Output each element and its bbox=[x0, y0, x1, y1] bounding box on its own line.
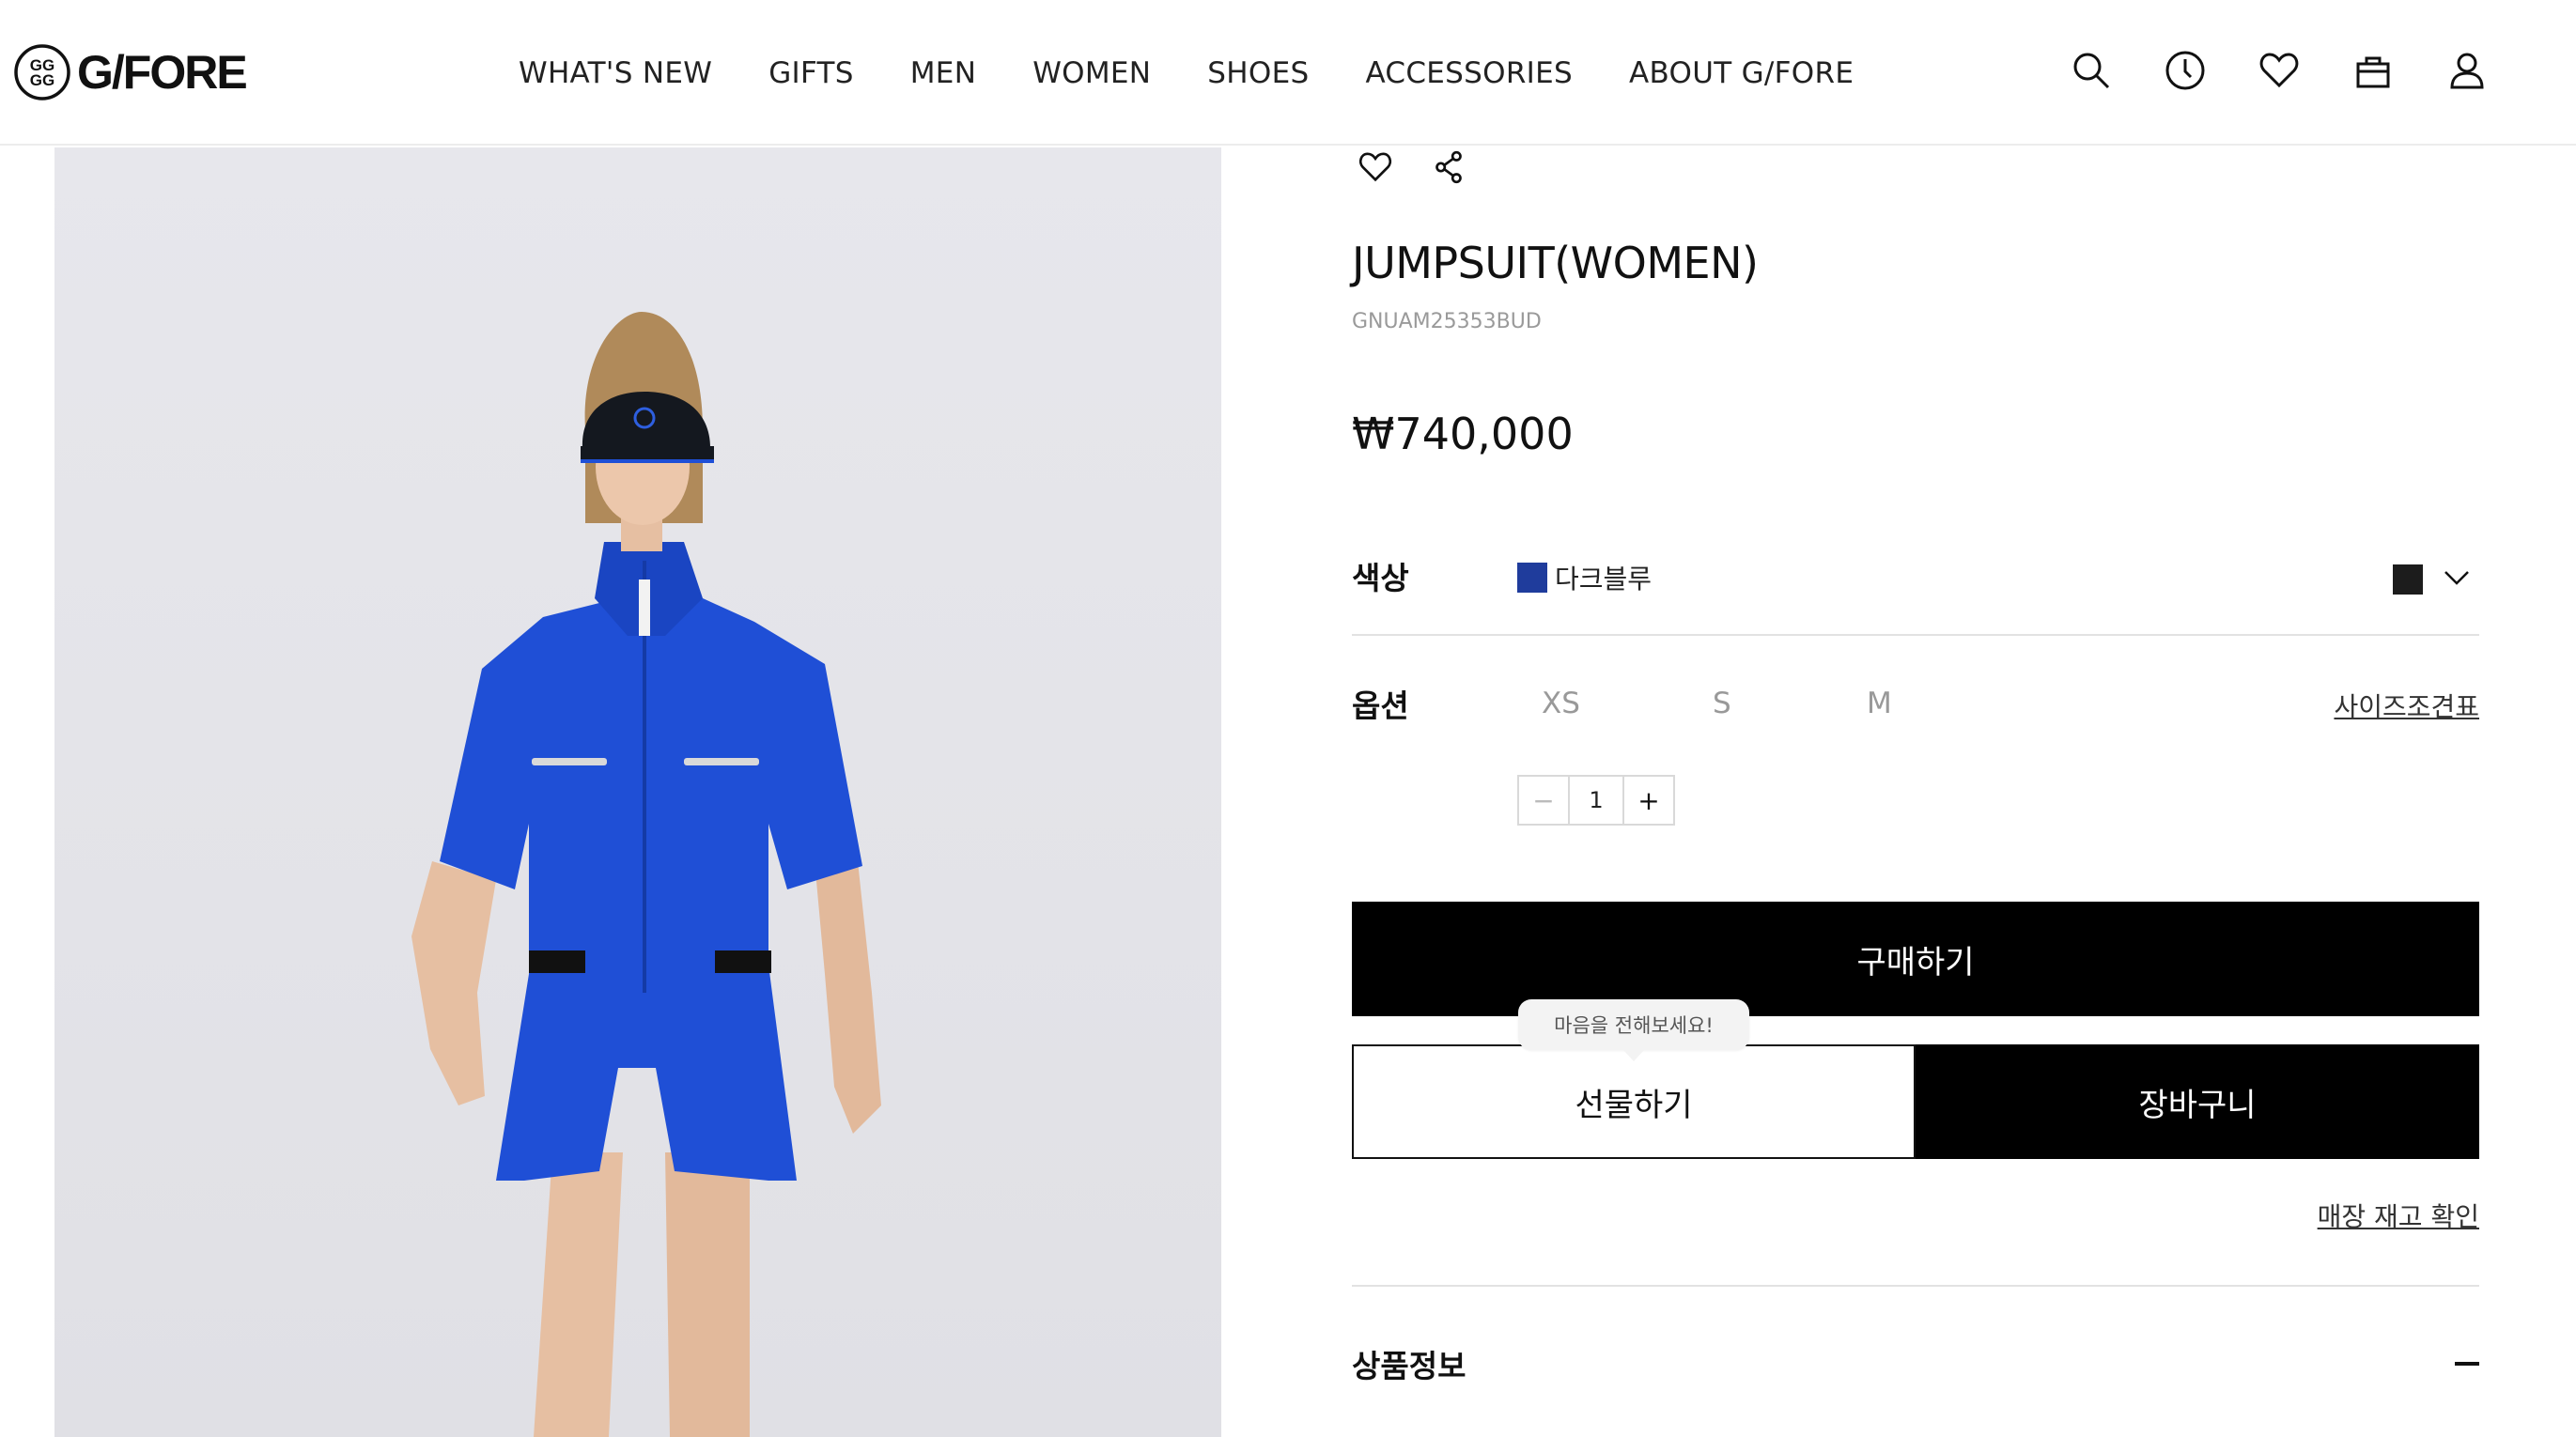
product-info-panel: JUMPSUIT(WOMEN) GNUAM25353BUD ₩740,000 색… bbox=[1352, 147, 2479, 1437]
buy-now-button[interactable]: 구매하기 bbox=[1352, 902, 2479, 1016]
color-label: 색상 bbox=[1352, 560, 1409, 596]
nav-item-shoes[interactable]: SHOES bbox=[1207, 56, 1309, 90]
brand-logo-text: G/FORE bbox=[77, 46, 248, 99]
quantity-stepper: − 1 + bbox=[1517, 775, 1675, 826]
shopping-bag-icon[interactable] bbox=[2347, 42, 2399, 99]
svg-text:GG: GG bbox=[30, 71, 54, 89]
selected-color[interactable]: 다크블루 bbox=[1517, 559, 1652, 596]
wishlist-heart-icon[interactable] bbox=[2253, 42, 2305, 99]
share-icon[interactable] bbox=[1429, 147, 1468, 187]
color-row: 색상 다크블루 bbox=[1352, 551, 2479, 636]
section-divider bbox=[1352, 1285, 2479, 1287]
recent-history-icon[interactable] bbox=[2159, 42, 2211, 99]
option-label: 옵션 bbox=[1352, 688, 1409, 724]
quantity-increase-button[interactable]: + bbox=[1622, 777, 1673, 824]
site-header: GG GG G/FORE WHAT'S NEW GIFTS MEN WOMEN … bbox=[0, 0, 2576, 146]
nav-item-whats-new[interactable]: WHAT'S NEW bbox=[519, 56, 712, 90]
product-price: ₩740,000 bbox=[1352, 409, 1574, 459]
nav-item-men[interactable]: MEN bbox=[910, 56, 976, 90]
color-swatch-darkblue[interactable] bbox=[1517, 563, 1547, 593]
add-to-cart-button[interactable]: 장바구니 bbox=[1916, 1044, 2479, 1159]
product-info-accordion[interactable]: 상품정보 bbox=[1352, 1341, 2479, 1398]
size-m[interactable]: M bbox=[1867, 687, 1892, 720]
quantity-decrease-button[interactable]: − bbox=[1519, 777, 1570, 824]
product-quick-actions bbox=[1356, 147, 1502, 187]
color-name: 다크블루 bbox=[1555, 564, 1653, 595]
main-nav: WHAT'S NEW GIFTS MEN WOMEN SHOES ACCESSO… bbox=[519, 49, 1854, 98]
product-title: JUMPSUIT(WOMEN) bbox=[1352, 238, 1759, 288]
product-info-label: 상품정보 bbox=[1352, 1348, 1466, 1384]
header-icon-group bbox=[2024, 42, 2493, 99]
add-to-wishlist-icon[interactable] bbox=[1356, 147, 1395, 187]
gfore-monogram-icon: GG GG bbox=[14, 44, 70, 100]
size-xs[interactable]: XS bbox=[1542, 687, 1580, 720]
quantity-value[interactable]: 1 bbox=[1570, 777, 1622, 824]
nav-item-women[interactable]: WOMEN bbox=[1032, 56, 1151, 90]
chevron-down-icon[interactable] bbox=[2438, 559, 2475, 596]
option-row: 옵션 XS S M 사이즈조견표 bbox=[1352, 681, 2479, 737]
brand-logo[interactable]: GG GG G/FORE bbox=[13, 39, 248, 105]
gift-button[interactable]: 선물하기 bbox=[1352, 1044, 1916, 1159]
size-s[interactable]: S bbox=[1713, 687, 1731, 720]
account-user-icon[interactable] bbox=[2441, 42, 2493, 99]
nav-item-gifts[interactable]: GIFTS bbox=[768, 56, 854, 90]
size-chart-link[interactable]: 사이즈조견표 bbox=[2334, 687, 2479, 724]
model-illustration bbox=[411, 312, 881, 1437]
store-stock-check-link[interactable]: 매장 재고 확인 bbox=[2318, 1197, 2479, 1234]
gift-tooltip: 마음을 전해보세요! bbox=[1518, 999, 1749, 1061]
collapse-minus-icon[interactable] bbox=[2455, 1362, 2479, 1366]
color-swatch-black[interactable] bbox=[2393, 564, 2423, 595]
product-image[interactable] bbox=[54, 147, 1221, 1437]
nav-item-about[interactable]: ABOUT G/FORE bbox=[1629, 56, 1854, 90]
nav-item-accessories[interactable]: ACCESSORIES bbox=[1365, 56, 1573, 90]
search-icon[interactable] bbox=[2065, 42, 2118, 99]
product-sku: GNUAM25353BUD bbox=[1352, 310, 1542, 333]
